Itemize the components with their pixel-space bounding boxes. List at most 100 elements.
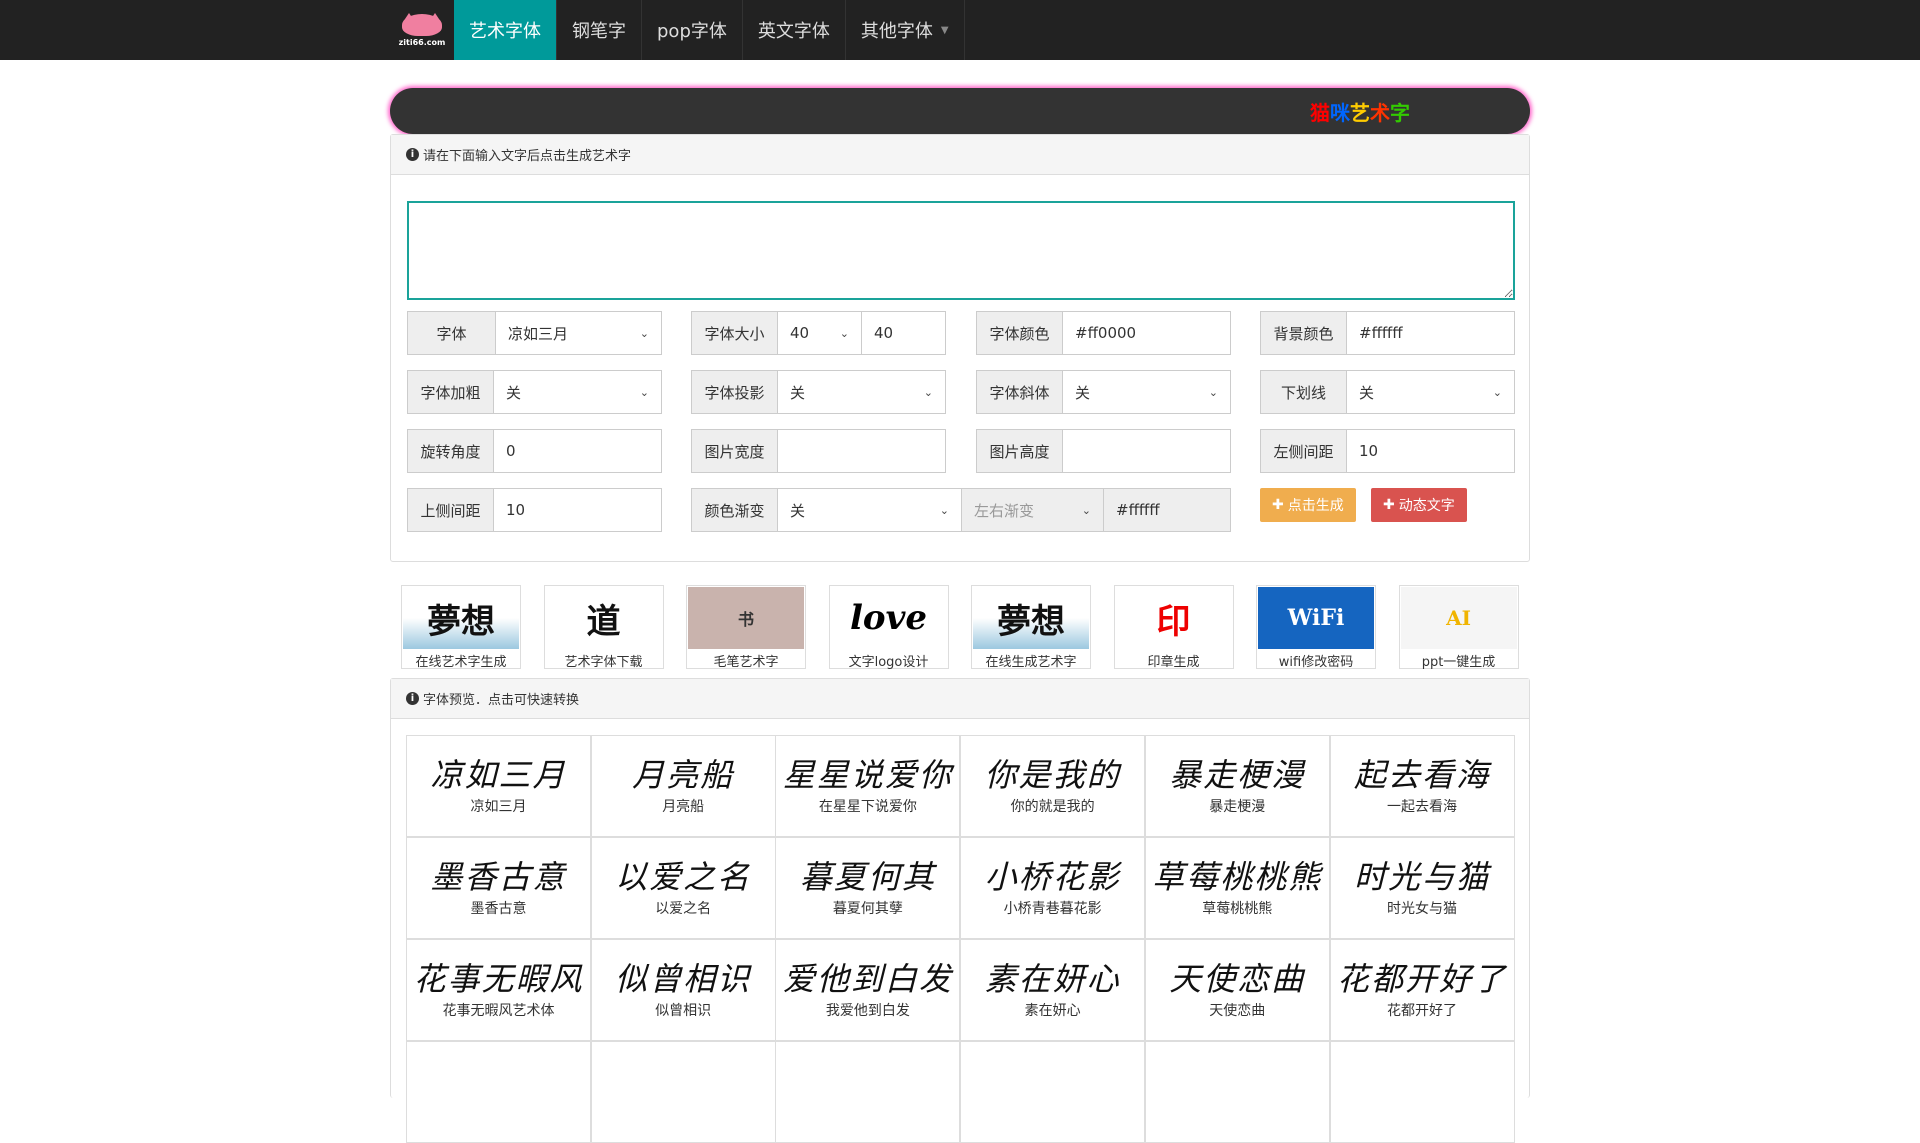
- banner-title-char: 猫: [1310, 101, 1330, 125]
- banner-title: 猫咪艺术字: [1310, 97, 1410, 126]
- rotate-input[interactable]: 0: [494, 430, 661, 472]
- font-name: 月亮船: [592, 796, 775, 816]
- thumb-link[interactable]: WiFiwifi修改密码: [1256, 585, 1376, 669]
- font-select[interactable]: 凉如三月⌄: [496, 312, 661, 354]
- navbar: ziti66.com 艺术字体 钢笔字 pop字体 英文字体 其他字体 ▼: [0, 0, 1920, 60]
- font-preview-item[interactable]: 你是我的你的就是我的: [960, 735, 1145, 837]
- font-preview-item[interactable]: [960, 1041, 1145, 1143]
- generate-button[interactable]: ✚点击生成: [1260, 488, 1356, 522]
- italic-value: 关: [1075, 382, 1090, 403]
- info-icon: i: [406, 148, 419, 161]
- font-preview-item[interactable]: 星星说爱你在星星下说爱你: [775, 735, 960, 837]
- font-preview-item[interactable]: 天使恋曲天使恋曲: [1145, 939, 1330, 1041]
- font-preview-item[interactable]: [775, 1041, 960, 1143]
- thumb-link[interactable]: 印印章生成: [1114, 585, 1234, 669]
- font-label: 字体: [408, 312, 496, 354]
- gradient-direction-select[interactable]: 左右渐变⌄: [962, 489, 1104, 531]
- size-input[interactable]: 40: [862, 312, 945, 354]
- font-name: 暮夏何其孽: [776, 898, 959, 918]
- font-preview-item[interactable]: 花事无暇风花事无暇风艺术体: [406, 939, 591, 1041]
- font-preview-item[interactable]: 墨香古意墨香古意: [406, 837, 591, 939]
- font-sample: 似曾相识: [592, 954, 775, 1000]
- nav-item-other[interactable]: 其他字体 ▼: [846, 0, 965, 60]
- top-margin-input[interactable]: 10: [494, 489, 661, 531]
- thumb-image: 书: [688, 587, 804, 649]
- nav-item-art-font[interactable]: 艺术字体: [454, 0, 557, 60]
- nav-item-pop[interactable]: pop字体: [642, 0, 743, 60]
- bold-select[interactable]: 关⌄: [494, 371, 661, 413]
- chevron-down-icon: ⌄: [1209, 386, 1218, 399]
- thumb-link[interactable]: 书毛笔艺术字: [686, 585, 806, 669]
- font-sample: 时光与猫: [1331, 852, 1514, 898]
- font-preview-item[interactable]: 爱他到白发我爱他到白发: [775, 939, 960, 1041]
- font-name: 花事无暇风艺术体: [407, 1000, 590, 1020]
- nav-item-pen[interactable]: 钢笔字: [557, 0, 642, 60]
- top-margin-label: 上侧间距: [408, 489, 494, 531]
- thumb-image: 夢想: [403, 587, 519, 649]
- bg-color-input[interactable]: #ffffff: [1347, 312, 1514, 354]
- font-sample: 暴走梗漫: [1146, 750, 1329, 796]
- height-input[interactable]: [1063, 430, 1230, 472]
- gradient-select[interactable]: 关⌄: [778, 489, 962, 531]
- nav-item-other-label: 其他字体: [861, 17, 933, 43]
- left-margin-input[interactable]: 10: [1347, 430, 1514, 472]
- underline-select[interactable]: 关⌄: [1347, 371, 1514, 413]
- font-sample: 月亮船: [592, 750, 775, 796]
- font-preview-item[interactable]: 以爱之名以爱之名: [591, 837, 776, 939]
- thumb-caption: 印章生成: [1115, 651, 1233, 670]
- font-sample: 起去看海: [1331, 750, 1514, 796]
- gradient-label: 颜色渐变: [692, 489, 778, 531]
- font-preview-item[interactable]: 凉如三月凉如三月: [406, 735, 591, 837]
- chevron-down-icon: ⌄: [1493, 386, 1502, 399]
- font-preview-item[interactable]: [591, 1041, 776, 1143]
- font-name: 时光女与猫: [1331, 898, 1514, 918]
- dynamic-text-button[interactable]: ✚动态文字: [1371, 488, 1467, 522]
- thumb-image: love: [831, 587, 947, 649]
- font-name: 素在妍心: [961, 1000, 1144, 1020]
- gradient-value: 关: [790, 500, 805, 521]
- thumb-link[interactable]: love文字logo设计: [829, 585, 949, 669]
- text-input[interactable]: [407, 201, 1515, 300]
- thumb-link[interactable]: 夢想在线艺术字生成: [401, 585, 521, 669]
- font-name: 我爱他到白发: [776, 1000, 959, 1020]
- font-preview-item[interactable]: [1145, 1041, 1330, 1143]
- font-preview-item[interactable]: 起去看海一起去看海: [1330, 735, 1515, 837]
- font-preview-item[interactable]: [406, 1041, 591, 1143]
- font-name: 花都开好了: [1331, 1000, 1514, 1020]
- width-label: 图片宽度: [692, 430, 778, 472]
- thumb-caption: 在线艺术字生成: [402, 651, 520, 670]
- gradient-direction-value: 左右渐变: [974, 500, 1034, 521]
- site-logo[interactable]: ziti66.com: [390, 0, 454, 60]
- shadow-select[interactable]: 关⌄: [778, 371, 945, 413]
- font-preview-item[interactable]: 素在妍心素在妍心: [960, 939, 1145, 1041]
- font-name: 以爱之名: [592, 898, 775, 918]
- font-sample: 星星说爱你: [776, 750, 959, 796]
- font-preview-item[interactable]: 小桥花影小桥青巷暮花影: [960, 837, 1145, 939]
- shadow-label: 字体投影: [692, 371, 778, 413]
- thumb-caption: 在线生成艺术字: [972, 651, 1090, 670]
- thumb-link[interactable]: 道艺术字体下载: [544, 585, 664, 669]
- font-preview-item[interactable]: 时光与猫时光女与猫: [1330, 837, 1515, 939]
- thumb-link[interactable]: AIppt一键生成: [1399, 585, 1519, 669]
- bold-label: 字体加粗: [408, 371, 494, 413]
- font-preview-item[interactable]: 暮夏何其暮夏何其孽: [775, 837, 960, 939]
- font-preview-item[interactable]: 草莓桃桃熊草莓桃桃熊: [1145, 837, 1330, 939]
- chevron-down-icon: ⌄: [924, 386, 933, 399]
- font-preview-item[interactable]: 暴走梗漫暴走梗漫: [1145, 735, 1330, 837]
- dynamic-text-label: 动态文字: [1399, 495, 1455, 515]
- color-input[interactable]: #ff0000: [1063, 312, 1230, 354]
- gradient-color-input[interactable]: #ffffff: [1104, 489, 1230, 531]
- font-value: 凉如三月: [508, 323, 568, 344]
- font-sample: 草莓桃桃熊: [1146, 852, 1329, 898]
- font-preview-item[interactable]: 似曾相识似曾相识: [591, 939, 776, 1041]
- font-preview-item[interactable]: [1330, 1041, 1515, 1143]
- italic-select[interactable]: 关⌄: [1063, 371, 1230, 413]
- width-input[interactable]: [778, 430, 945, 472]
- caret-down-icon: ▼: [941, 25, 949, 36]
- font-preview-item[interactable]: 月亮船月亮船: [591, 735, 776, 837]
- size-select[interactable]: 40⌄: [778, 312, 862, 354]
- font-name: 一起去看海: [1331, 796, 1514, 816]
- nav-item-english[interactable]: 英文字体: [743, 0, 846, 60]
- font-preview-item[interactable]: 花都开好了花都开好了: [1330, 939, 1515, 1041]
- thumb-link[interactable]: 夢想在线生成艺术字: [971, 585, 1091, 669]
